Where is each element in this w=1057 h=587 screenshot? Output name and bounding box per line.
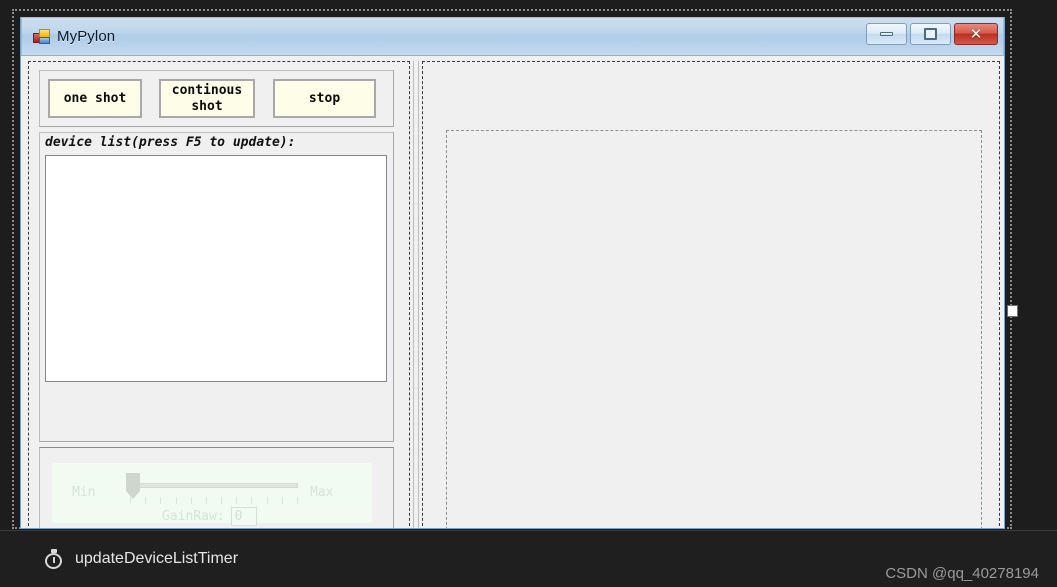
form-client-area: one shot continous shot stop device list… bbox=[21, 56, 1004, 528]
gainraw-label: GainRaw: bbox=[162, 509, 225, 524]
window-title: MyPylon bbox=[57, 28, 116, 45]
slider-min-label: Min bbox=[72, 485, 96, 500]
action-buttons-group: one shot continous shot stop bbox=[39, 70, 394, 127]
tray-item-update-device-list-timer[interactable]: updateDeviceListTimer bbox=[44, 548, 239, 570]
right-split-panel bbox=[422, 61, 1000, 528]
gain-controls-group: Min Max GainRaw: 0 bbox=[39, 447, 394, 528]
timer-icon bbox=[44, 548, 65, 570]
title-bar[interactable]: MyPylon ✕ bbox=[21, 17, 1004, 56]
gainraw-slider-panel: Min Max GainRaw: 0 bbox=[52, 463, 372, 526]
slider-max-label: Max bbox=[310, 485, 334, 500]
stop-button[interactable]: stop bbox=[273, 79, 376, 118]
minimize-button[interactable] bbox=[866, 23, 907, 45]
image-picture-box[interactable] bbox=[446, 130, 982, 528]
gainraw-input[interactable]: 0 bbox=[230, 507, 257, 526]
gainraw-value-row: GainRaw: 0 bbox=[162, 507, 257, 526]
window-resize-handle[interactable] bbox=[1007, 305, 1018, 317]
tray-item-label: updateDeviceListTimer bbox=[75, 550, 239, 567]
device-list-box[interactable] bbox=[45, 155, 387, 382]
gainraw-slider-thumb[interactable] bbox=[126, 473, 140, 499]
close-button[interactable]: ✕ bbox=[954, 23, 998, 45]
device-list-label: device list(press F5 to update): bbox=[45, 135, 296, 150]
window-controls: ✕ bbox=[866, 23, 998, 45]
maximize-button[interactable] bbox=[910, 23, 951, 45]
gainraw-slider-track[interactable] bbox=[130, 483, 298, 488]
designer-surface: MyPylon ✕ one shot continous shot stop d… bbox=[0, 0, 1057, 587]
continous-shot-button[interactable]: continous shot bbox=[159, 79, 255, 118]
maximize-icon bbox=[924, 28, 937, 40]
watermark-text: CSDN @qq_40278194 bbox=[885, 565, 1039, 582]
gainraw-slider-ticks bbox=[130, 497, 298, 504]
splitter-bar[interactable] bbox=[413, 61, 419, 528]
minimize-icon bbox=[880, 32, 893, 36]
winforms-project-icon bbox=[33, 28, 50, 45]
component-tray: updateDeviceListTimer CSDN @qq_40278194 bbox=[0, 530, 1057, 587]
left-split-panel: one shot continous shot stop device list… bbox=[28, 61, 410, 528]
form-window: MyPylon ✕ one shot continous shot stop d… bbox=[20, 17, 1005, 529]
close-icon: ✕ bbox=[969, 24, 983, 43]
device-list-group: device list(press F5 to update): bbox=[39, 132, 394, 442]
one-shot-button[interactable]: one shot bbox=[48, 79, 142, 118]
